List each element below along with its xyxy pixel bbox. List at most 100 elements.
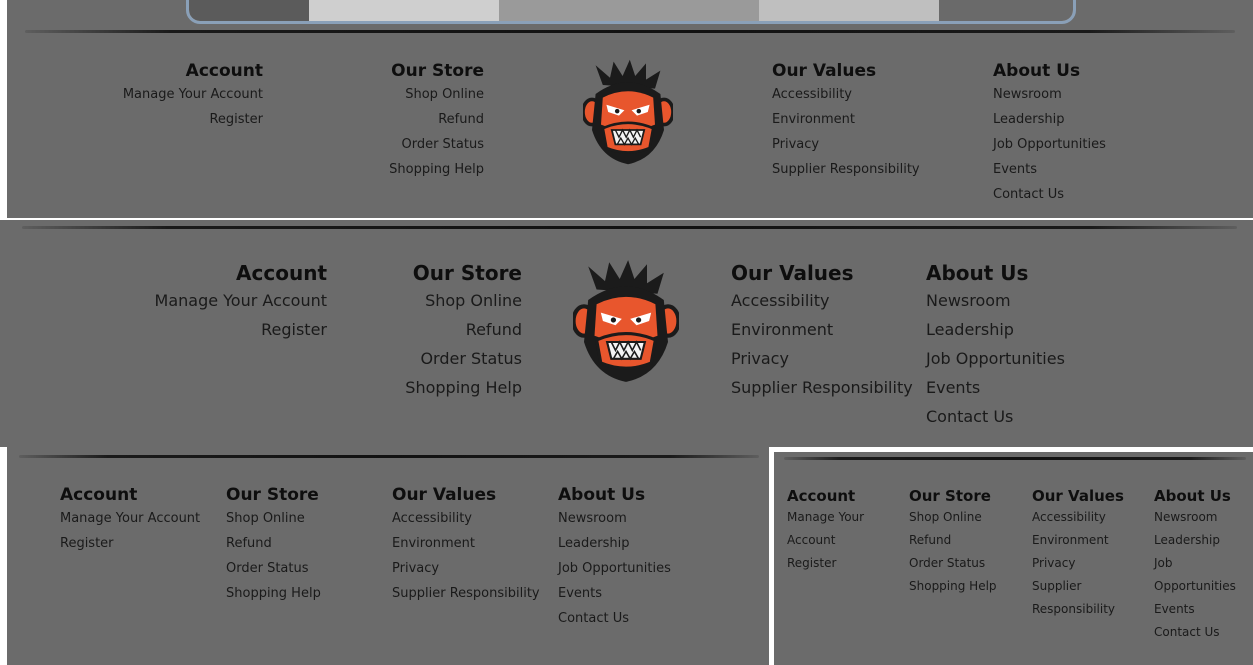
contact-us-link[interactable]: Contact Us <box>1154 621 1236 644</box>
contact-us-link[interactable]: Contact Us <box>926 402 1065 431</box>
refund-link[interactable]: Refund <box>405 315 522 344</box>
account-heading: Account <box>185 61 263 81</box>
monkey-face-icon <box>583 58 673 166</box>
about-column: About Us Newsroom Leadership Job Opportu… <box>558 484 671 631</box>
shop-online-link[interactable]: Shop Online <box>389 82 484 107</box>
leadership-link[interactable]: Leadership <box>558 531 671 556</box>
job-opportunities-link[interactable]: Job Opportunities <box>993 132 1106 157</box>
values-heading: Our Values <box>772 61 877 81</box>
events-link[interactable]: Events <box>558 581 671 606</box>
supplier-responsibility-link[interactable]: Supplier Responsibility <box>392 581 540 606</box>
account-heading: Account <box>787 487 856 505</box>
supplier-responsibility-link[interactable]: Supplier Responsibility <box>772 157 920 182</box>
refund-link[interactable]: Refund <box>909 529 997 552</box>
privacy-link[interactable]: Privacy <box>392 556 540 581</box>
footer-panel-tablet: Account Manage Your Account Register Our… <box>7 447 769 665</box>
about-heading: About Us <box>926 261 1029 285</box>
environment-link[interactable]: Environment <box>772 107 920 132</box>
about-column: About Us Newsroom Leadership Job Opportu… <box>993 60 1106 207</box>
accessibility-link[interactable]: Accessibility <box>1032 506 1124 529</box>
shopping-help-link[interactable]: Shopping Help <box>909 575 997 598</box>
events-link[interactable]: Events <box>926 373 1065 402</box>
store-column: Our Store Shop Online Refund Order Statu… <box>226 484 321 606</box>
about-column: About Us Newsroom Leadership Job Opportu… <box>926 260 1065 431</box>
store-heading: Our Store <box>412 261 522 285</box>
shop-online-link[interactable]: Shop Online <box>909 506 997 529</box>
register-link[interactable]: Register <box>60 531 200 556</box>
shop-online-link[interactable]: Shop Online <box>405 286 522 315</box>
store-heading: Our Store <box>226 485 319 505</box>
manage-account-link-cont[interactable]: Account <box>787 529 864 552</box>
job-opportunities-link[interactable]: Job <box>1154 552 1236 575</box>
shopping-help-link[interactable]: Shopping Help <box>389 157 484 182</box>
account-column: Account Manage Your Account Register <box>787 486 864 575</box>
events-link[interactable]: Events <box>1154 598 1236 621</box>
newsroom-link[interactable]: Newsroom <box>1154 506 1236 529</box>
register-link[interactable]: Register <box>123 107 263 132</box>
shopping-help-link[interactable]: Shopping Help <box>226 581 321 606</box>
store-column: Our Store Shop Online Refund Order Statu… <box>909 486 997 598</box>
order-status-link[interactable]: Order Status <box>226 556 321 581</box>
supplier-responsibility-link-cont[interactable]: Responsibility <box>1032 598 1124 621</box>
image-strip <box>186 0 1076 24</box>
supplier-responsibility-link[interactable]: Supplier <box>1032 575 1124 598</box>
events-link[interactable]: Events <box>993 157 1106 182</box>
values-column: Our Values Accessibility Environment Pri… <box>731 260 913 402</box>
footer-panel-medium: Account Manage Your Account Register Our… <box>0 220 1253 447</box>
about-heading: About Us <box>558 485 646 505</box>
store-heading: Our Store <box>909 487 991 505</box>
account-heading: Account <box>60 485 138 505</box>
leadership-link[interactable]: Leadership <box>1154 529 1236 552</box>
divider <box>784 457 1246 460</box>
job-opportunities-link-cont[interactable]: Opportunities <box>1154 575 1236 598</box>
account-column: Account Manage Your Account Register <box>123 60 263 132</box>
monkey-face-icon <box>573 258 679 384</box>
accessibility-link[interactable]: Accessibility <box>392 506 540 531</box>
accessibility-link[interactable]: Accessibility <box>772 82 920 107</box>
manage-account-link[interactable]: Manage Your Account <box>60 506 200 531</box>
refund-link[interactable]: Refund <box>226 531 321 556</box>
order-status-link[interactable]: Order Status <box>389 132 484 157</box>
leadership-link[interactable]: Leadership <box>926 315 1065 344</box>
privacy-link[interactable]: Privacy <box>1032 552 1124 575</box>
values-heading: Our Values <box>731 261 854 285</box>
environment-link[interactable]: Environment <box>392 531 540 556</box>
newsroom-link[interactable]: Newsroom <box>926 286 1065 315</box>
about-heading: About Us <box>993 61 1081 81</box>
environment-link[interactable]: Environment <box>1032 529 1124 552</box>
accessibility-link[interactable]: Accessibility <box>731 286 913 315</box>
values-column: Our Values Accessibility Environment Pri… <box>1032 486 1124 621</box>
refund-link[interactable]: Refund <box>389 107 484 132</box>
manage-account-link[interactable]: Manage Your <box>787 506 864 529</box>
order-status-link[interactable]: Order Status <box>909 552 997 575</box>
manage-account-link[interactable]: Manage Your Account <box>155 286 327 315</box>
register-link[interactable]: Register <box>787 552 864 575</box>
store-heading: Our Store <box>391 61 484 81</box>
contact-us-link[interactable]: Contact Us <box>558 606 671 631</box>
divider <box>19 455 759 458</box>
values-column: Our Values Accessibility Environment Pri… <box>772 60 920 182</box>
newsroom-link[interactable]: Newsroom <box>558 506 671 531</box>
job-opportunities-link[interactable]: Job Opportunities <box>558 556 671 581</box>
contact-us-link[interactable]: Contact Us <box>993 182 1106 207</box>
shopping-help-link[interactable]: Shopping Help <box>405 373 522 402</box>
privacy-link[interactable]: Privacy <box>772 132 920 157</box>
newsroom-link[interactable]: Newsroom <box>993 82 1106 107</box>
divider <box>25 30 1235 33</box>
divider <box>22 226 1237 229</box>
leadership-link[interactable]: Leadership <box>993 107 1106 132</box>
manage-account-link[interactable]: Manage Your Account <box>123 82 263 107</box>
privacy-link[interactable]: Privacy <box>731 344 913 373</box>
environment-link[interactable]: Environment <box>731 315 913 344</box>
account-column: Account Manage Your Account Register <box>155 260 327 344</box>
store-column: Our Store Shop Online Refund Order Statu… <box>405 260 522 402</box>
order-status-link[interactable]: Order Status <box>405 344 522 373</box>
register-link[interactable]: Register <box>155 315 327 344</box>
about-column: About Us Newsroom Leadership Job Opportu… <box>1154 486 1236 644</box>
supplier-responsibility-link[interactable]: Supplier Responsibility <box>731 373 913 402</box>
shop-online-link[interactable]: Shop Online <box>226 506 321 531</box>
job-opportunities-link[interactable]: Job Opportunities <box>926 344 1065 373</box>
store-column: Our Store Shop Online Refund Order Statu… <box>389 60 484 182</box>
values-heading: Our Values <box>392 485 497 505</box>
account-heading: Account <box>236 261 327 285</box>
